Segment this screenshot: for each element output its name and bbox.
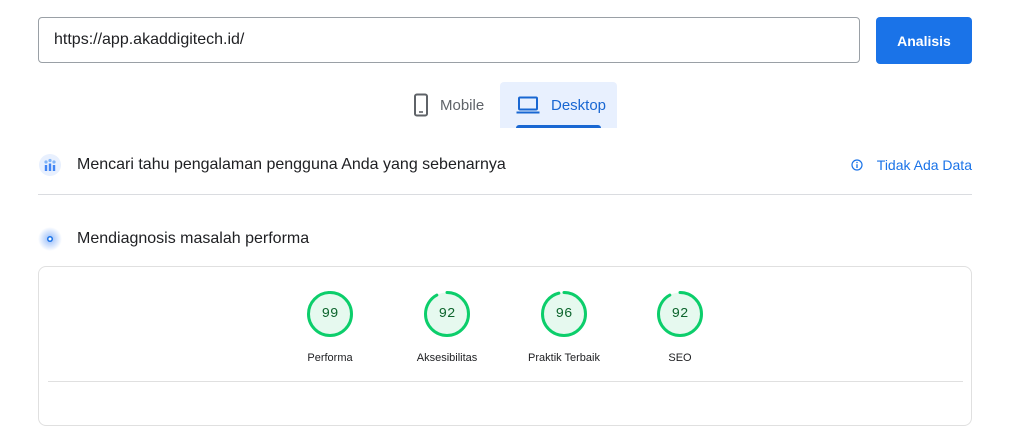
lab-data-icon xyxy=(38,227,62,251)
field-data-title: Mencari tahu pengalaman pengguna Anda ya… xyxy=(77,156,506,173)
tab-desktop[interactable]: Desktop xyxy=(500,82,617,128)
field-data-row: Mencari tahu pengalaman pengguna Anda ya… xyxy=(38,150,972,180)
info-icon xyxy=(851,159,863,171)
gauge-ring: 99 xyxy=(306,290,354,338)
url-input[interactable] xyxy=(38,17,860,63)
lab-data-title: Mendiagnosis masalah performa xyxy=(77,230,310,247)
no-data-label: Tidak Ada Data xyxy=(876,157,972,173)
laptop-icon xyxy=(516,96,540,114)
score-value: 92 xyxy=(671,306,689,322)
score-value: 92 xyxy=(438,306,456,322)
gauge-ring: 96 xyxy=(540,290,588,338)
gauge-ring: 92 xyxy=(656,290,704,338)
score-value: 99 xyxy=(321,306,339,322)
score-value: 96 xyxy=(555,306,573,322)
tab-desktop-label: Desktop xyxy=(551,96,607,114)
score-gauge-seo[interactable]: 92 SEO xyxy=(610,290,750,364)
smartphone-icon xyxy=(413,93,429,117)
field-data-icon xyxy=(38,153,62,177)
section-divider xyxy=(38,194,972,195)
analyze-button[interactable]: Analisis xyxy=(876,17,972,64)
tab-mobile[interactable]: Mobile xyxy=(400,82,498,128)
lab-data-row: Mendiagnosis masalah performa xyxy=(38,224,972,254)
score-label: SEO xyxy=(668,352,692,364)
no-data-link[interactable]: Tidak Ada Data xyxy=(851,157,972,173)
tab-mobile-label: Mobile xyxy=(440,96,485,114)
gauge-ring: 92 xyxy=(423,290,471,338)
card-divider xyxy=(48,381,963,382)
